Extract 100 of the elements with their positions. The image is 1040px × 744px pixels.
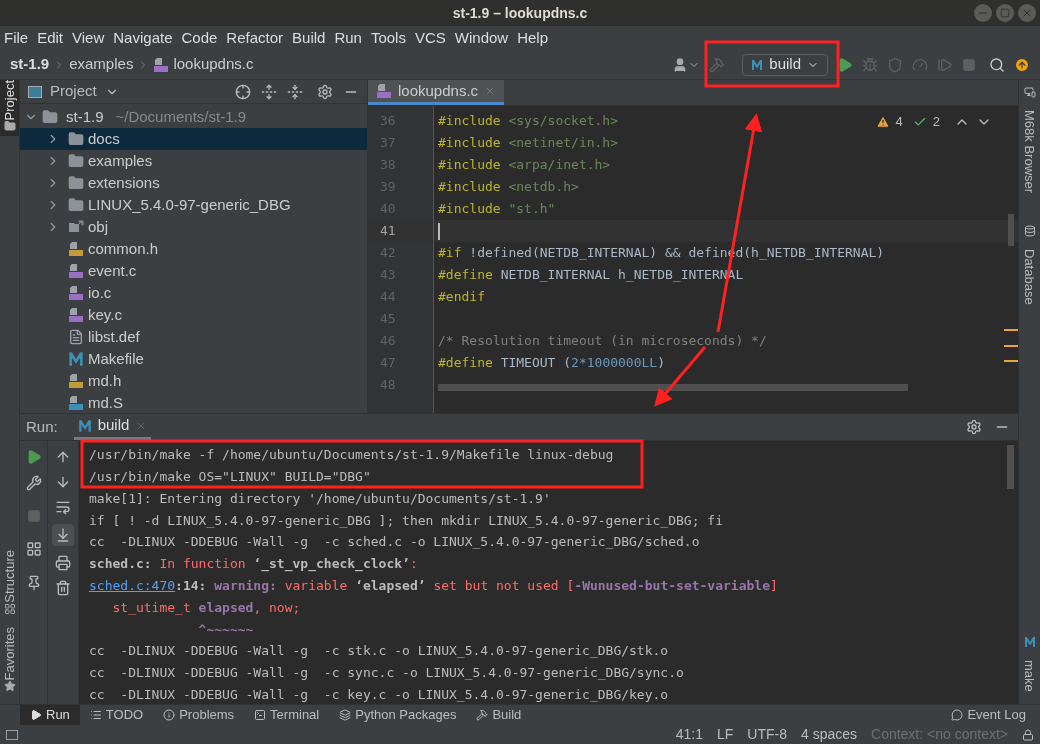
- console-line: cc -DLINUX -DDEBUG -Wall -g -c sched.c -o LINUX_5.4.0-97-generic_DBG/sched.o: [89, 533, 700, 552]
- tree-row[interactable]: Makefile: [20, 348, 367, 370]
- folder-icon: [68, 153, 84, 169]
- output-tab[interactable]: build: [73, 414, 152, 440]
- text-cursor: [438, 222, 440, 240]
- editor-tab[interactable]: lookupdns.c: [368, 80, 505, 105]
- menu-item[interactable]: Navigate: [113, 26, 173, 50]
- source-file-icon: [68, 285, 84, 301]
- scroll-to-end-button[interactable]: [52, 524, 74, 546]
- warning-icon[interactable]: [875, 114, 890, 129]
- settings-icon[interactable]: [966, 419, 982, 435]
- minimize-button[interactable]: [974, 4, 992, 22]
- menu-item[interactable]: Window: [454, 26, 509, 50]
- tool-window-tab[interactable]: M68k Browser: [1019, 110, 1040, 194]
- layout-icon[interactable]: [25, 541, 42, 557]
- console-line: cc -DLINUX -DDEBUG -Wall -g -c key.c -o LINUX_5.4.0-97-generic_DBG/key.o: [89, 685, 669, 704]
- menu-item[interactable]: VCS: [414, 26, 446, 50]
- menu-item[interactable]: Tools: [370, 26, 406, 50]
- expand-all-icon[interactable]: [261, 83, 277, 100]
- tree-row[interactable]: common.h: [20, 238, 367, 260]
- tool-window-tab[interactable]: TODO: [79, 705, 154, 725]
- update-icon[interactable]: [1014, 56, 1030, 73]
- menu-item[interactable]: View: [72, 26, 105, 50]
- folder-icon: [68, 197, 84, 213]
- maximize-button[interactable]: [996, 4, 1014, 22]
- scrollbar-thumb[interactable]: [1007, 445, 1014, 489]
- run-icon[interactable]: [837, 56, 853, 73]
- caret-position[interactable]: 41:1: [675, 724, 703, 744]
- indent-setting[interactable]: 4 spaces: [800, 724, 857, 744]
- menu-item[interactable]: Refactor: [226, 26, 284, 50]
- tool-window-tab[interactable]: Terminal: [244, 705, 330, 725]
- tool-window-label: Project: [0, 80, 18, 121]
- tree-label: docs: [88, 128, 120, 149]
- tree-row[interactable]: io.c: [20, 282, 367, 304]
- tool-window-tab[interactable]: Database: [1019, 249, 1040, 305]
- file-encoding[interactable]: UTF-8: [747, 724, 787, 744]
- scrollbar-thumb[interactable]: [1008, 214, 1014, 246]
- print-icon[interactable]: [55, 555, 71, 571]
- tree-row[interactable]: extensions: [20, 172, 367, 194]
- menu-item[interactable]: File: [4, 26, 29, 50]
- panel-title: Run:: [26, 416, 58, 437]
- down-arrow-icon[interactable]: [55, 474, 71, 490]
- tree-row[interactable]: st-1.9 ~/Documents/st-1.9: [20, 106, 367, 128]
- tree-label: md.S: [88, 392, 123, 413]
- menu-item[interactable]: Build: [292, 26, 326, 50]
- breadcrumb-item[interactable]: st-1.9: [10, 53, 50, 76]
- line-separator[interactable]: LF: [716, 724, 734, 744]
- tool-window-tab[interactable]: Structure: [0, 549, 24, 603]
- tool-window-tab[interactable]: Build: [466, 705, 532, 725]
- tool-window-tab[interactable]: make: [1019, 660, 1040, 692]
- warning-count: 4: [895, 113, 903, 131]
- breadcrumb-item[interactable]: lookupdns.c: [173, 53, 254, 76]
- source-file-icon: [376, 83, 392, 99]
- panel-toggle-icon[interactable]: [6, 729, 18, 740]
- code-line: #include "st.h": [438, 200, 556, 219]
- run-icon: [30, 709, 42, 721]
- star-icon: [3, 680, 16, 692]
- project-tool-tab[interactable]: Project: [0, 80, 19, 137]
- tree-row[interactable]: docs: [20, 128, 367, 150]
- event-log-tab[interactable]: Event Log: [951, 705, 1026, 725]
- tree-row[interactable]: event.c: [20, 260, 367, 282]
- panel-title[interactable]: Project: [50, 80, 97, 103]
- database-icon: [1023, 225, 1036, 238]
- lock-icon[interactable]: [1022, 728, 1034, 741]
- console-line: cc -DLINUX -DDEBUG -Wall -g -c stk.c -o LINUX_5.4.0-97-generic_DBG/stk.o: [89, 642, 669, 661]
- tree-row[interactable]: md.h: [20, 370, 367, 392]
- menu-item[interactable]: Help: [517, 26, 549, 50]
- todo-icon: [89, 709, 102, 721]
- tab-label: Problems: [179, 706, 235, 725]
- scroll-to-end-icon: [55, 527, 71, 543]
- tree-row[interactable]: examples: [20, 150, 367, 172]
- code-line: #endif: [438, 288, 485, 307]
- tool-window-tab[interactable]: Run: [20, 705, 80, 725]
- menu-item[interactable]: Code: [181, 26, 218, 50]
- tab-label: Event Log: [967, 706, 1026, 725]
- tree-row[interactable]: LINUX_5.4.0-97-generic_DBG: [20, 194, 367, 216]
- run-configuration-dropdown[interactable]: build: [742, 53, 828, 76]
- soft-wrap-icon[interactable]: [55, 499, 71, 515]
- wrench-icon[interactable]: [25, 475, 42, 491]
- search-icon[interactable]: [989, 56, 1005, 73]
- close-button[interactable]: [1018, 4, 1036, 22]
- source-file-icon: [68, 263, 84, 279]
- menu-item[interactable]: Run: [334, 26, 362, 50]
- breadcrumb-item[interactable]: examples: [69, 53, 134, 76]
- collapse-all-icon[interactable]: [287, 83, 303, 100]
- up-arrow-icon[interactable]: [55, 449, 71, 465]
- trash-icon[interactable]: [55, 580, 71, 596]
- tree-row[interactable]: md.S: [20, 392, 367, 413]
- menu-item[interactable]: Edit: [37, 26, 64, 50]
- tree-row[interactable]: obj: [20, 216, 367, 238]
- settings-icon[interactable]: [317, 83, 333, 100]
- locate-icon[interactable]: [235, 83, 251, 100]
- account-button[interactable]: [672, 56, 701, 73]
- tree-row[interactable]: key.c: [20, 304, 367, 326]
- scrollbar-thumb[interactable]: [438, 384, 908, 391]
- tool-window-tab[interactable]: Problems: [153, 705, 245, 725]
- tool-window-tab[interactable]: Favorites: [0, 626, 24, 680]
- tree-row[interactable]: libst.def: [20, 326, 367, 348]
- tab-label: TODO: [105, 706, 144, 725]
- tool-window-tab[interactable]: Python Packages: [329, 705, 467, 725]
